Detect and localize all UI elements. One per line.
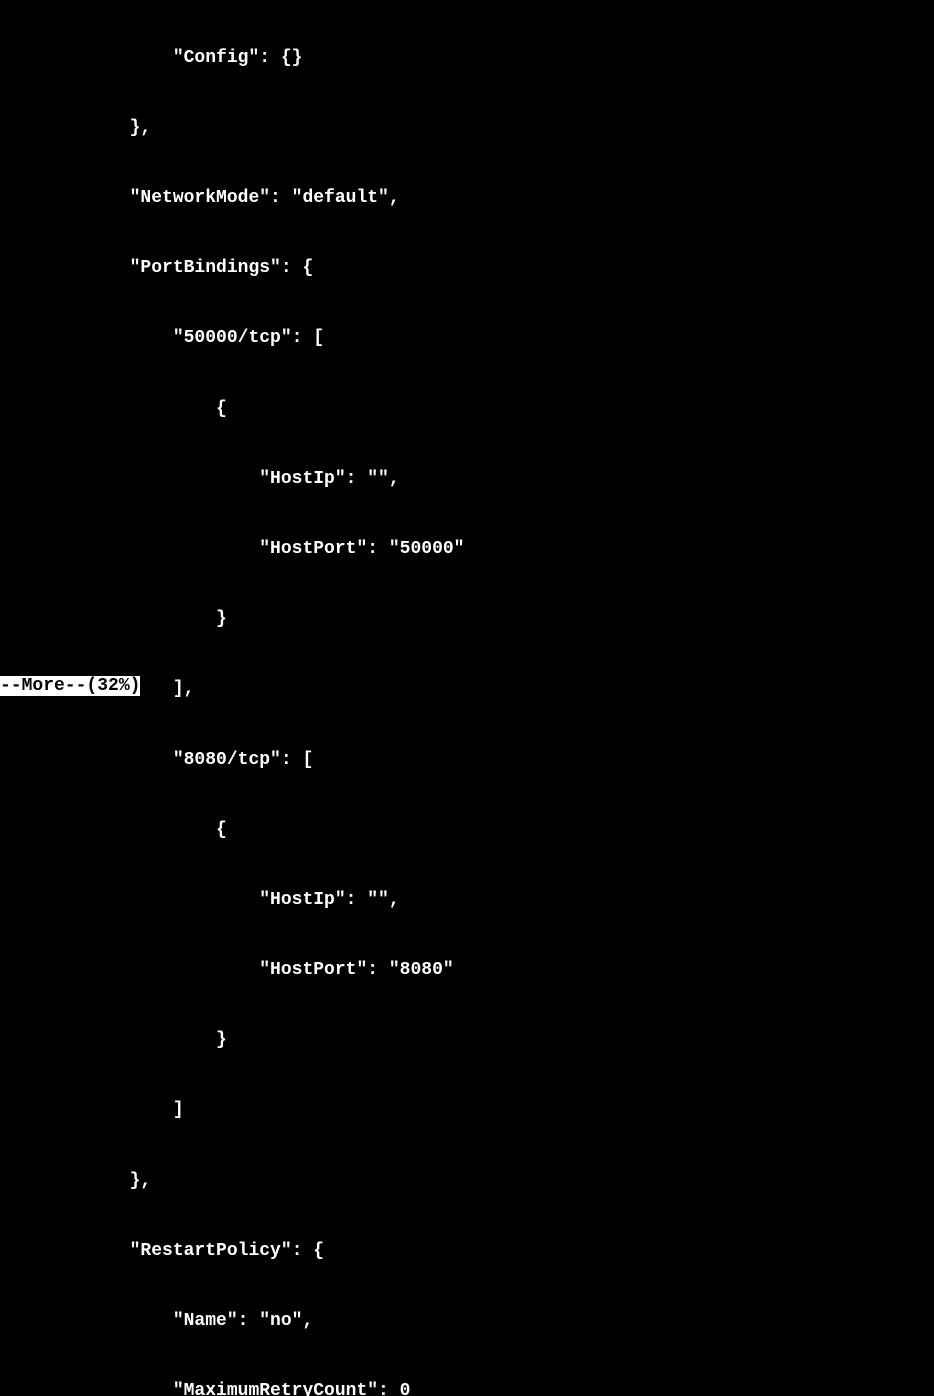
- code-line: "NetworkMode": "default",: [0, 187, 934, 210]
- code-line: "50000/tcp": [: [0, 327, 934, 350]
- code-line: "PortBindings": {: [0, 257, 934, 280]
- code-line: "HostIp": "",: [0, 468, 934, 491]
- more-pager-prompt[interactable]: --More--(32%): [0, 675, 140, 698]
- code-line: {: [0, 819, 934, 842]
- code-line: "Name": "no",: [0, 1310, 934, 1333]
- code-line: ]: [0, 1099, 934, 1122]
- code-line: "8080/tcp": [: [0, 749, 934, 772]
- terminal-output: "Config": {} }, "NetworkMode": "default"…: [0, 0, 934, 1396]
- code-line: {: [0, 398, 934, 421]
- code-line: }: [0, 608, 934, 631]
- code-line: "HostIp": "",: [0, 889, 934, 912]
- code-line: "RestartPolicy": {: [0, 1240, 934, 1263]
- code-line: "Config": {}: [0, 47, 934, 70]
- code-line: "MaximumRetryCount": 0: [0, 1380, 934, 1396]
- code-line: },: [0, 117, 934, 140]
- code-line: "HostPort": "8080": [0, 959, 934, 982]
- code-line: "HostPort": "50000": [0, 538, 934, 561]
- more-prompt-text: --More--(32%): [0, 676, 140, 696]
- code-line: },: [0, 1170, 934, 1193]
- code-line: }: [0, 1029, 934, 1052]
